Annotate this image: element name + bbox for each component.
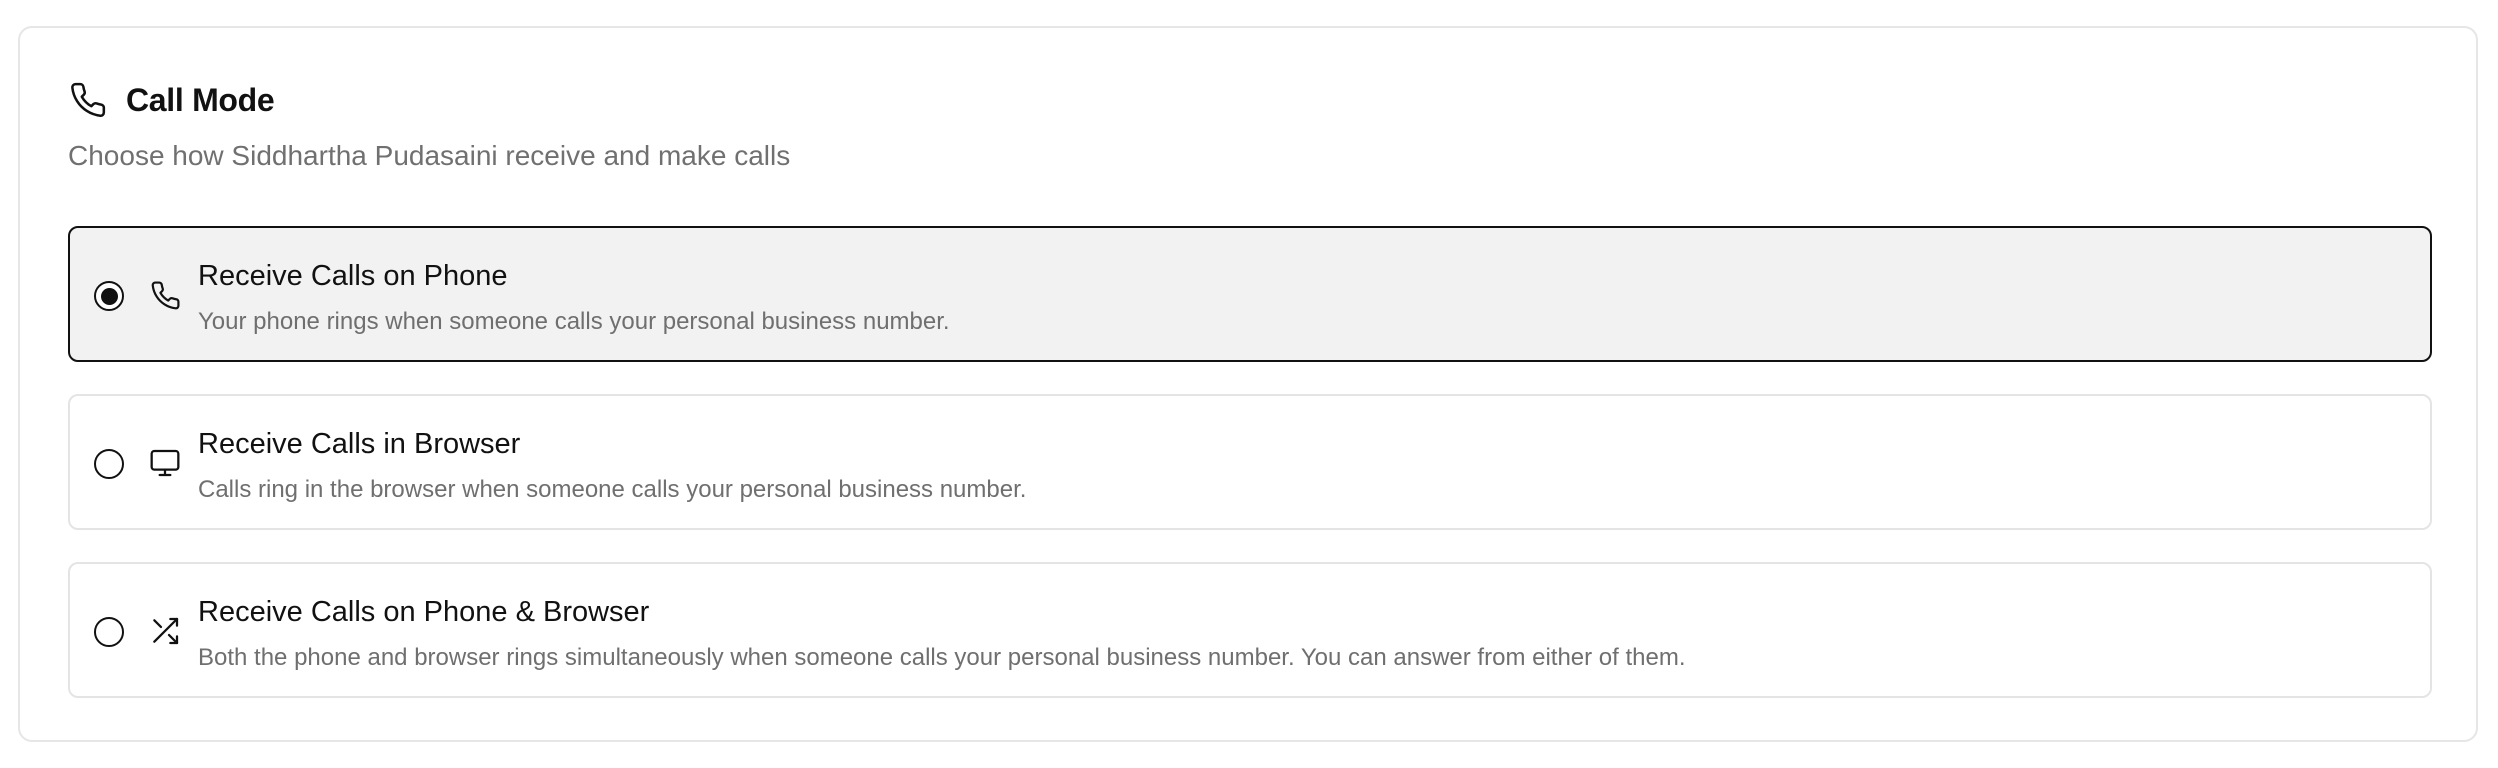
option-browser[interactable]: Receive Calls in Browser Calls ring in t… xyxy=(68,394,2432,530)
option-phone-and-browser[interactable]: Receive Calls on Phone & Browser Both th… xyxy=(68,562,2432,698)
call-mode-card: Call Mode Choose how Siddhartha Pudasain… xyxy=(18,26,2478,742)
option-title: Receive Calls on Phone xyxy=(198,260,508,292)
radio-button-browser[interactable] xyxy=(94,449,124,479)
option-title: Receive Calls on Phone & Browser xyxy=(198,596,650,628)
monitor-icon xyxy=(148,446,182,480)
section-header: Call Mode xyxy=(68,80,275,120)
option-phone[interactable]: Receive Calls on Phone Your phone rings … xyxy=(68,226,2432,362)
shuffle-icon xyxy=(148,614,182,648)
option-title: Receive Calls in Browser xyxy=(198,428,521,460)
radio-button-phone[interactable] xyxy=(94,281,124,311)
phone-icon xyxy=(148,278,182,312)
radio-button-phone-and-browser[interactable] xyxy=(94,617,124,647)
phone-icon xyxy=(68,80,108,120)
option-description: Both the phone and browser rings simulta… xyxy=(198,644,1686,671)
radio-selected-dot xyxy=(100,287,118,305)
option-description: Your phone rings when someone calls your… xyxy=(198,308,950,335)
section-title: Call Mode xyxy=(126,81,275,118)
section-subtitle: Choose how Siddhartha Pudasaini receive … xyxy=(68,140,791,171)
option-description: Calls ring in the browser when someone c… xyxy=(198,476,1027,503)
